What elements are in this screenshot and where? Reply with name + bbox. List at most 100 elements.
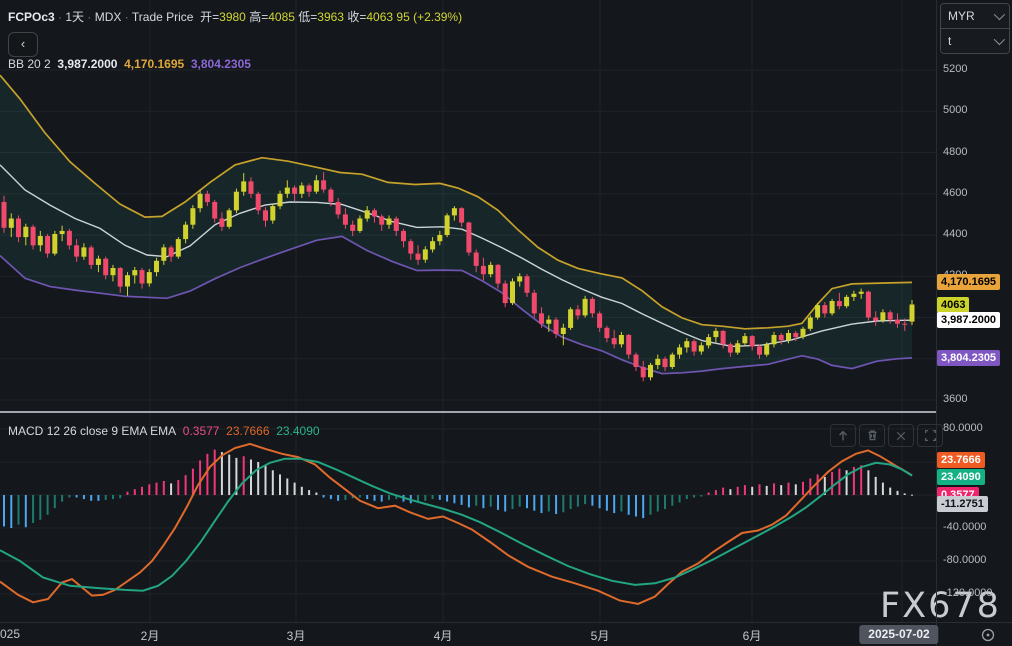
candlestick-macd-chart[interactable]: [0, 0, 1012, 646]
macd-histogram-bar: [141, 487, 143, 495]
macd-name: MACD: [8, 424, 43, 438]
candle-body: [902, 324, 907, 325]
bb-params: 20 2: [27, 57, 50, 71]
pane-divider[interactable]: [0, 411, 936, 413]
macd-histogram-bar: [359, 495, 361, 498]
unit-dropdown[interactable]: t: [941, 28, 1009, 53]
candle-body: [241, 181, 246, 191]
macd-line-value: 23.7666: [226, 424, 269, 438]
basis-price-label: 3,987.2000: [937, 312, 1000, 328]
candle-body: [742, 336, 747, 343]
candle-body: [169, 247, 174, 256]
candle-body: [815, 305, 820, 317]
maximize-pane-button[interactable]: [917, 424, 943, 447]
arrow-up-icon: [836, 429, 850, 443]
bb-name: BB: [8, 57, 24, 71]
macd-histogram-bar: [548, 495, 550, 512]
macd-histogram-bar: [90, 495, 92, 501]
ohlc-close: 收=4063: [347, 10, 393, 24]
price-axis[interactable]: 52005000480046004400420040003800360080.0…: [936, 0, 1012, 622]
macd-histogram-bar: [541, 495, 543, 513]
symbol-legend[interactable]: FCPOc3 · 1天 · MDX · Trade Price 开=3980 高…: [8, 8, 462, 25]
time-axis[interactable]: 0252月3月4月5月6月: [0, 623, 936, 646]
macd-histogram-bar: [228, 455, 230, 495]
macd-histogram-bar: [519, 495, 521, 507]
candle-body: [205, 194, 210, 202]
bb-lower-value: 3,804.2305: [191, 57, 251, 71]
macd-histogram-bar: [294, 483, 296, 495]
candle-body: [408, 241, 413, 253]
candle-body: [9, 219, 14, 228]
macd-line: [0, 444, 912, 604]
macd-hist-value: 0.3577: [183, 424, 220, 438]
candle-body: [655, 359, 660, 365]
macd-histogram-bar: [533, 495, 535, 511]
macd-histogram-bar: [809, 479, 811, 496]
close-pane-button[interactable]: [888, 424, 914, 447]
symbol-name[interactable]: FCPOc3: [8, 10, 55, 24]
bb-basis-value: 3,987.2000: [57, 57, 117, 71]
macd-histogram-bar: [388, 495, 390, 500]
candle-body: [445, 215, 450, 235]
macd-histogram-bar: [308, 490, 310, 495]
macd-histogram-bar: [788, 483, 790, 495]
currency-dropdown[interactable]: MYR: [941, 4, 1009, 28]
move-pane-up-button[interactable]: [830, 424, 856, 447]
candle-body: [692, 341, 697, 351]
macd-histogram-bar: [177, 480, 179, 495]
macd-histogram-bar: [76, 495, 78, 498]
candle-body: [183, 225, 188, 239]
macd-tick: -40.0000: [943, 521, 986, 533]
maximize-icon: [924, 429, 937, 442]
macd-histogram-bar: [780, 485, 782, 495]
candle-body: [430, 241, 435, 249]
bb-indicator-legend[interactable]: BB 20 2 3,987.2000 4,170.1695 3,804.2305: [8, 57, 251, 71]
candle-body: [270, 206, 275, 220]
candle-body: [190, 208, 195, 225]
interval[interactable]: 1天: [65, 10, 84, 24]
close-icon: [895, 430, 907, 442]
macd-histogram-bar: [374, 495, 376, 501]
candle-body: [103, 259, 108, 276]
macd-histogram-bar: [657, 495, 659, 512]
candle-body: [372, 210, 377, 216]
macd-histogram-bar: [83, 495, 85, 499]
candle-body: [677, 347, 682, 354]
delete-pane-button[interactable]: [859, 424, 885, 447]
macd-signal-line: [0, 459, 912, 591]
axis-settings-button[interactable]: [968, 626, 1008, 644]
macd-histogram-bar: [599, 495, 601, 508]
price-tick: 4400: [943, 228, 967, 240]
macd-histogram-bar: [882, 483, 884, 495]
candle-body: [830, 301, 835, 313]
candle-body: [575, 309, 580, 315]
candle-body: [525, 276, 530, 293]
macd-histogram-bar: [555, 495, 557, 514]
macd-histogram-bar: [134, 489, 136, 495]
chevron-down-icon: [994, 34, 1005, 45]
unit-label: t: [948, 34, 951, 48]
scale-unit-selectors: MYR t: [940, 3, 1010, 54]
candle-body: [96, 259, 101, 265]
macd-indicator-legend[interactable]: MACD 12 26 close 9 EMA EMA 0.3577 23.766…: [8, 424, 320, 438]
candle-body: [343, 214, 348, 224]
candle-body: [561, 328, 566, 334]
candle-body: [546, 320, 551, 324]
candle-body: [764, 344, 769, 354]
bb-fill: [0, 75, 912, 373]
clock-circle-icon: [980, 627, 996, 643]
candle-body: [604, 328, 609, 338]
macd-histogram-bar: [700, 495, 702, 497]
crosshair-date-label: 2025-07-02: [859, 625, 938, 644]
collapse-legend-button[interactable]: ‹: [8, 32, 38, 57]
macd-histogram-bar: [453, 495, 455, 503]
candle-body: [307, 186, 312, 192]
candle-body: [452, 208, 457, 215]
candle-body: [357, 219, 362, 231]
macd-histogram-bar: [279, 474, 281, 495]
macd-histogram-bar: [867, 470, 869, 495]
macd-histogram-bar: [795, 484, 797, 495]
candle-body: [111, 268, 116, 275]
macd-histogram-bar: [911, 495, 913, 496]
macd-histogram-bar: [424, 495, 426, 501]
